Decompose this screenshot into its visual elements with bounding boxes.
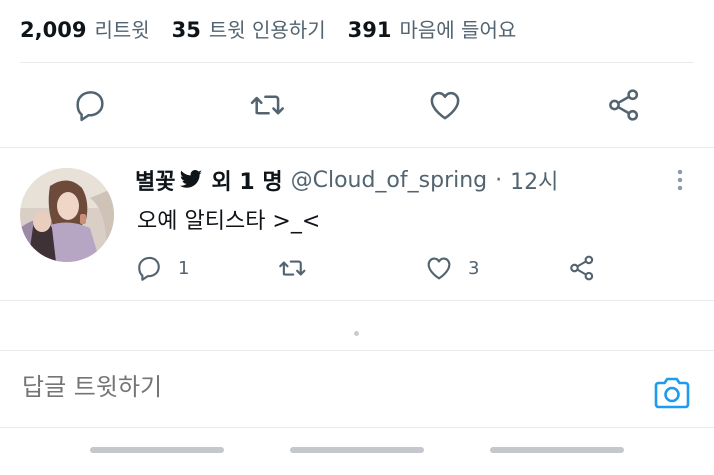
separator-dot: · — [495, 167, 503, 193]
share-icon — [570, 255, 594, 281]
more-button[interactable] — [672, 168, 688, 192]
like-button[interactable] — [426, 86, 464, 124]
likes-label: 마음에 들어요 — [399, 17, 517, 42]
main-action-bar — [0, 62, 714, 147]
nav-bar-right[interactable] — [490, 447, 624, 453]
user-handle[interactable]: @Cloud_of_spring — [291, 168, 488, 193]
avatar[interactable] — [20, 168, 114, 262]
divider — [0, 300, 714, 301]
camera-icon — [654, 377, 690, 409]
quotes-stat[interactable]: 35 트윗 인용하기 — [172, 14, 326, 43]
likes-stat[interactable]: 391 마음에 들어요 — [348, 14, 517, 43]
retweet-button[interactable] — [248, 86, 286, 124]
share-button[interactable] — [605, 86, 643, 124]
retweets-stat[interactable]: 2,009 리트윗 — [20, 14, 150, 43]
reply-button[interactable]: 1 — [134, 251, 189, 285]
bird-icon — [179, 169, 203, 191]
like-icon — [430, 91, 460, 120]
quotes-count: 35 — [171, 17, 201, 42]
like-icon — [427, 257, 451, 280]
tweet-header: 별꽃 외 1 명 @Cloud_of_spring · 12시 — [135, 164, 558, 196]
share-icon — [609, 89, 639, 121]
reply-icon — [76, 91, 104, 122]
display-name[interactable]: 별꽃 — [135, 164, 175, 196]
retweet-button[interactable] — [277, 251, 307, 285]
like-button[interactable]: 3 — [424, 251, 479, 285]
engagement-stats: 2,009 리트윗 35 트윗 인용하기 391 마음에 들어요 — [20, 8, 538, 48]
nav-bar-left[interactable] — [90, 447, 224, 453]
tweet-text: 오예 알티스타 >_< — [137, 209, 321, 234]
scroll-indicator — [354, 331, 359, 336]
more-icon — [677, 169, 683, 191]
divider — [0, 427, 714, 428]
camera-button[interactable] — [652, 375, 692, 411]
retweets-count: 2,009 — [20, 17, 87, 42]
nav-bar-center[interactable] — [290, 447, 424, 453]
retweet-icon — [279, 260, 306, 276]
quotes-label: 트윗 인용하기 — [208, 17, 326, 42]
share-button[interactable] — [567, 251, 597, 285]
reply-icon — [138, 256, 160, 281]
timestamp[interactable]: 12시 — [510, 164, 558, 196]
likes-count: 391 — [347, 17, 392, 42]
navigation-bars — [0, 444, 714, 456]
avatar-illustration — [20, 168, 114, 262]
reply-count: 1 — [178, 257, 190, 279]
like-count: 3 — [468, 257, 480, 279]
reply-tweet[interactable]: 별꽃 외 1 명 @Cloud_of_spring · 12시 오예 알티스타 … — [0, 148, 714, 300]
reply-input[interactable] — [22, 373, 582, 401]
compose-reply-bar — [0, 351, 714, 427]
reply-button[interactable] — [71, 86, 109, 124]
retweets-label: 리트윗 — [94, 17, 150, 42]
retweet-icon — [250, 95, 284, 115]
extra-authors[interactable]: 외 1 명 — [211, 164, 282, 196]
